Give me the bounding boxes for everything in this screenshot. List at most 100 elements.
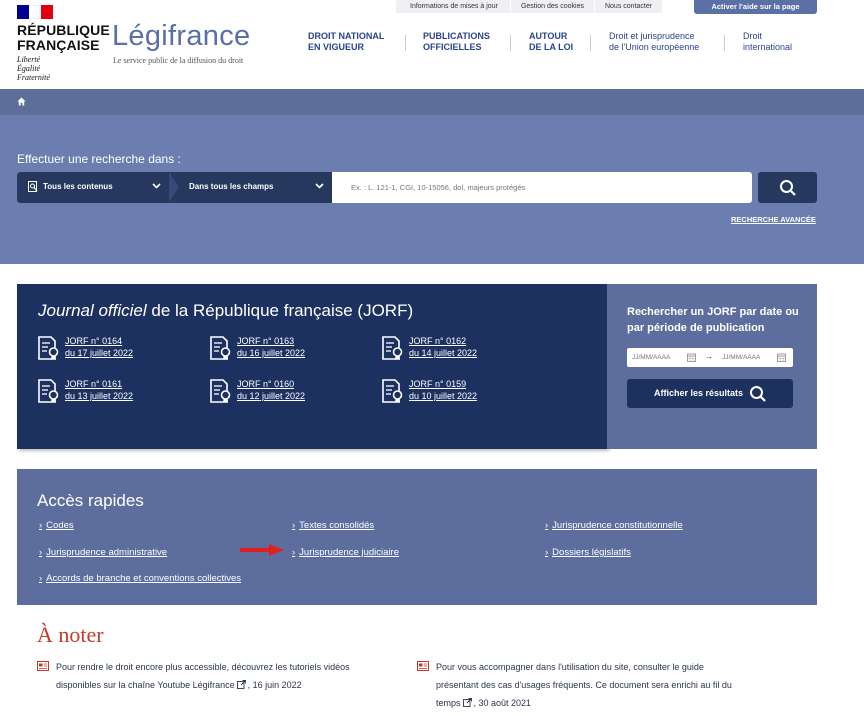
date-range: → <box>627 348 793 367</box>
tagline: Le service public de la diffusion du dro… <box>113 56 244 65</box>
quick-link-juris-constitutionnelle[interactable]: › Jurisprudence constitutionnelle <box>545 520 683 531</box>
jorf-panel: Journal officiel de la République frança… <box>17 284 607 449</box>
field-scope-select[interactable]: Dans tous les champs <box>169 172 332 203</box>
contact-link[interactable]: Nous contacter <box>594 0 663 13</box>
official-document-icon <box>38 379 59 403</box>
note-text: présentant des cas d'usages fréquents. C… <box>436 680 732 690</box>
chevron-right-icon: › <box>545 520 549 531</box>
jorf-edition-item[interactable]: JORF n° 0159 du 10 juillet 2022 <box>382 378 542 408</box>
jorf-edition-number[interactable]: JORF n° 0162 <box>409 335 466 347</box>
jorf-edition-number[interactable]: JORF n° 0160 <box>237 378 294 390</box>
legifrance-logo[interactable]: Légifrance <box>112 20 250 53</box>
motto-line: Liberté <box>17 55 41 64</box>
quick-link-accords-branche[interactable]: › Accords de branche et conventions colle… <box>39 573 241 584</box>
calendar-icon[interactable] <box>687 353 696 362</box>
site-header: RÉPUBLIQUE FRANÇAISE Liberté Égalité Fra… <box>0 0 864 89</box>
jorf-edition-number[interactable]: JORF n° 0161 <box>65 378 122 390</box>
note-text: Pour rendre le droit encore plus accessi… <box>56 662 350 672</box>
quick-link-juris-administrative[interactable]: › Jurisprudence administrative <box>39 547 167 558</box>
home-icon[interactable] <box>17 97 26 106</box>
jorf-edition-date[interactable]: du 13 juillet 2022 <box>65 390 133 402</box>
date-search-title: Rechercher un JORF par date ou par pério… <box>627 306 799 334</box>
annotation-arrow-icon <box>240 544 284 556</box>
motto-line: Fraternité <box>17 73 50 82</box>
nav-label: EN VIGUEUR <box>308 42 365 52</box>
note-link[interactable]: disponibles sur la chaîne Youtube Légifr… <box>56 680 235 690</box>
jorf-edition-date[interactable]: du 16 juillet 2022 <box>237 347 305 359</box>
nav-droit-international[interactable]: Droit international <box>743 31 792 53</box>
updates-info-link[interactable]: Informations de mises à jour <box>396 0 510 13</box>
jorf-edition-number[interactable]: JORF n° 0164 <box>65 335 122 347</box>
official-document-icon <box>382 379 403 403</box>
quick-link-textes-consolides[interactable]: › Textes consolidés <box>292 520 374 531</box>
republic-line-1: RÉPUBLIQUE <box>17 22 110 38</box>
jorf-title-rest: de la République française (JORF) <box>146 301 414 320</box>
french-flag-icon <box>17 5 53 19</box>
chevron-right-icon: › <box>292 547 296 558</box>
jorf-edition-number[interactable]: JORF n° 0159 <box>409 378 466 390</box>
chevron-right-icon: › <box>39 573 43 584</box>
nav-autour-loi[interactable]: AUTOUR DE LA LOI <box>529 31 573 53</box>
official-document-icon <box>382 336 403 360</box>
jorf-edition-date[interactable]: du 17 juillet 2022 <box>65 347 133 359</box>
jorf-edition-item[interactable]: JORF n° 0163 du 16 juillet 2022 <box>210 335 370 365</box>
newspaper-icon <box>417 661 429 671</box>
cookie-settings-link[interactable]: Gestion des cookies <box>510 0 594 13</box>
page-help-button[interactable]: Activer l'aide sur la page <box>694 0 817 14</box>
nav-label: international <box>743 42 793 52</box>
content-scope-value: Tous les contenus <box>43 182 113 191</box>
official-document-icon <box>210 336 231 360</box>
nav-label: AUTOUR <box>529 31 568 41</box>
magnifier-icon <box>780 180 796 196</box>
jorf-edition-item[interactable]: JORF n° 0162 du 14 juillet 2022 <box>382 335 542 365</box>
note-link[interactable]: temps <box>436 698 461 708</box>
calendar-icon[interactable] <box>777 353 786 362</box>
quick-link-label: Jurisprudence judiciaire <box>299 547 399 558</box>
quick-link-dossiers-legislatifs[interactable]: › Dossiers législatifs <box>545 547 631 558</box>
jorf-title: Journal officiel de la République frança… <box>38 301 413 321</box>
search-button[interactable] <box>758 172 817 203</box>
search-bar: Tous les contenus Dans tous les champs <box>17 172 752 203</box>
search-input[interactable] <box>343 172 752 203</box>
jorf-date-search: Rechercher un JORF par date ou par pério… <box>607 284 817 449</box>
quick-link-juris-judiciaire[interactable]: › Jurisprudence judiciaire <box>292 547 399 558</box>
jorf-edition-date[interactable]: du 10 juillet 2022 <box>409 390 477 402</box>
motto: Liberté Égalité Fraternité <box>17 55 50 82</box>
jorf-edition-item[interactable]: JORF n° 0164 du 17 juillet 2022 <box>38 335 198 365</box>
nav-droit-national[interactable]: DROIT NATIONAL EN VIGUEUR <box>308 31 384 53</box>
quick-link-codes[interactable]: › Codes <box>39 520 74 531</box>
arrow-right-icon: → <box>705 352 713 361</box>
note-text: Pour vous accompagner dans l'utilisation… <box>436 662 704 672</box>
notes-title: À noter <box>37 622 104 647</box>
nav-label: OFFICIELLES <box>423 42 482 52</box>
breadcrumb <box>0 89 864 115</box>
motto-line: Égalité <box>17 64 41 73</box>
jorf-edition-item[interactable]: JORF n° 0161 du 13 juillet 2022 <box>38 378 198 408</box>
jorf-edition-date[interactable]: du 14 juillet 2022 <box>409 347 477 359</box>
end-date-input[interactable] <box>717 348 777 367</box>
chevron-down-icon <box>315 183 324 189</box>
republic-line-2: FRANÇAISE <box>17 37 100 53</box>
newspaper-icon <box>37 661 49 671</box>
jorf-edition-number[interactable]: JORF n° 0163 <box>237 335 294 347</box>
nav-droit-ue[interactable]: Droit et jurisprudence de l'Union europé… <box>609 31 699 53</box>
quick-link-label: Codes <box>46 520 74 531</box>
quick-access: Accès rapides › Codes › Textes consolidés … <box>17 469 817 605</box>
nav-publications[interactable]: PUBLICATIONS OFFICIELLES <box>423 31 490 53</box>
note-date: , 30 août 2021 <box>473 698 532 708</box>
nav-divider <box>510 35 511 51</box>
external-link-icon <box>462 698 472 707</box>
select-separator <box>169 172 179 202</box>
content-scope-select[interactable]: Tous les contenus <box>17 172 169 203</box>
show-results-button[interactable]: Afficher les résultats <box>627 379 793 408</box>
republique-francaise-logo[interactable]: RÉPUBLIQUE FRANÇAISE <box>17 23 110 53</box>
official-document-icon <box>38 336 59 360</box>
quick-link-label: Jurisprudence constitutionnelle <box>552 520 683 531</box>
search-label: Effectuer une recherche dans : <box>17 152 181 166</box>
jorf-edition-item[interactable]: JORF n° 0160 du 12 juillet 2022 <box>210 378 370 408</box>
jorf-edition-date[interactable]: du 12 juillet 2022 <box>237 390 305 402</box>
quick-link-label: Dossiers législatifs <box>552 547 631 558</box>
advanced-search-link[interactable]: RECHERCHE AVANCÉE <box>731 215 816 224</box>
search-section: Effectuer une recherche dans : Tous les … <box>0 115 864 264</box>
start-date-input[interactable] <box>627 348 687 367</box>
